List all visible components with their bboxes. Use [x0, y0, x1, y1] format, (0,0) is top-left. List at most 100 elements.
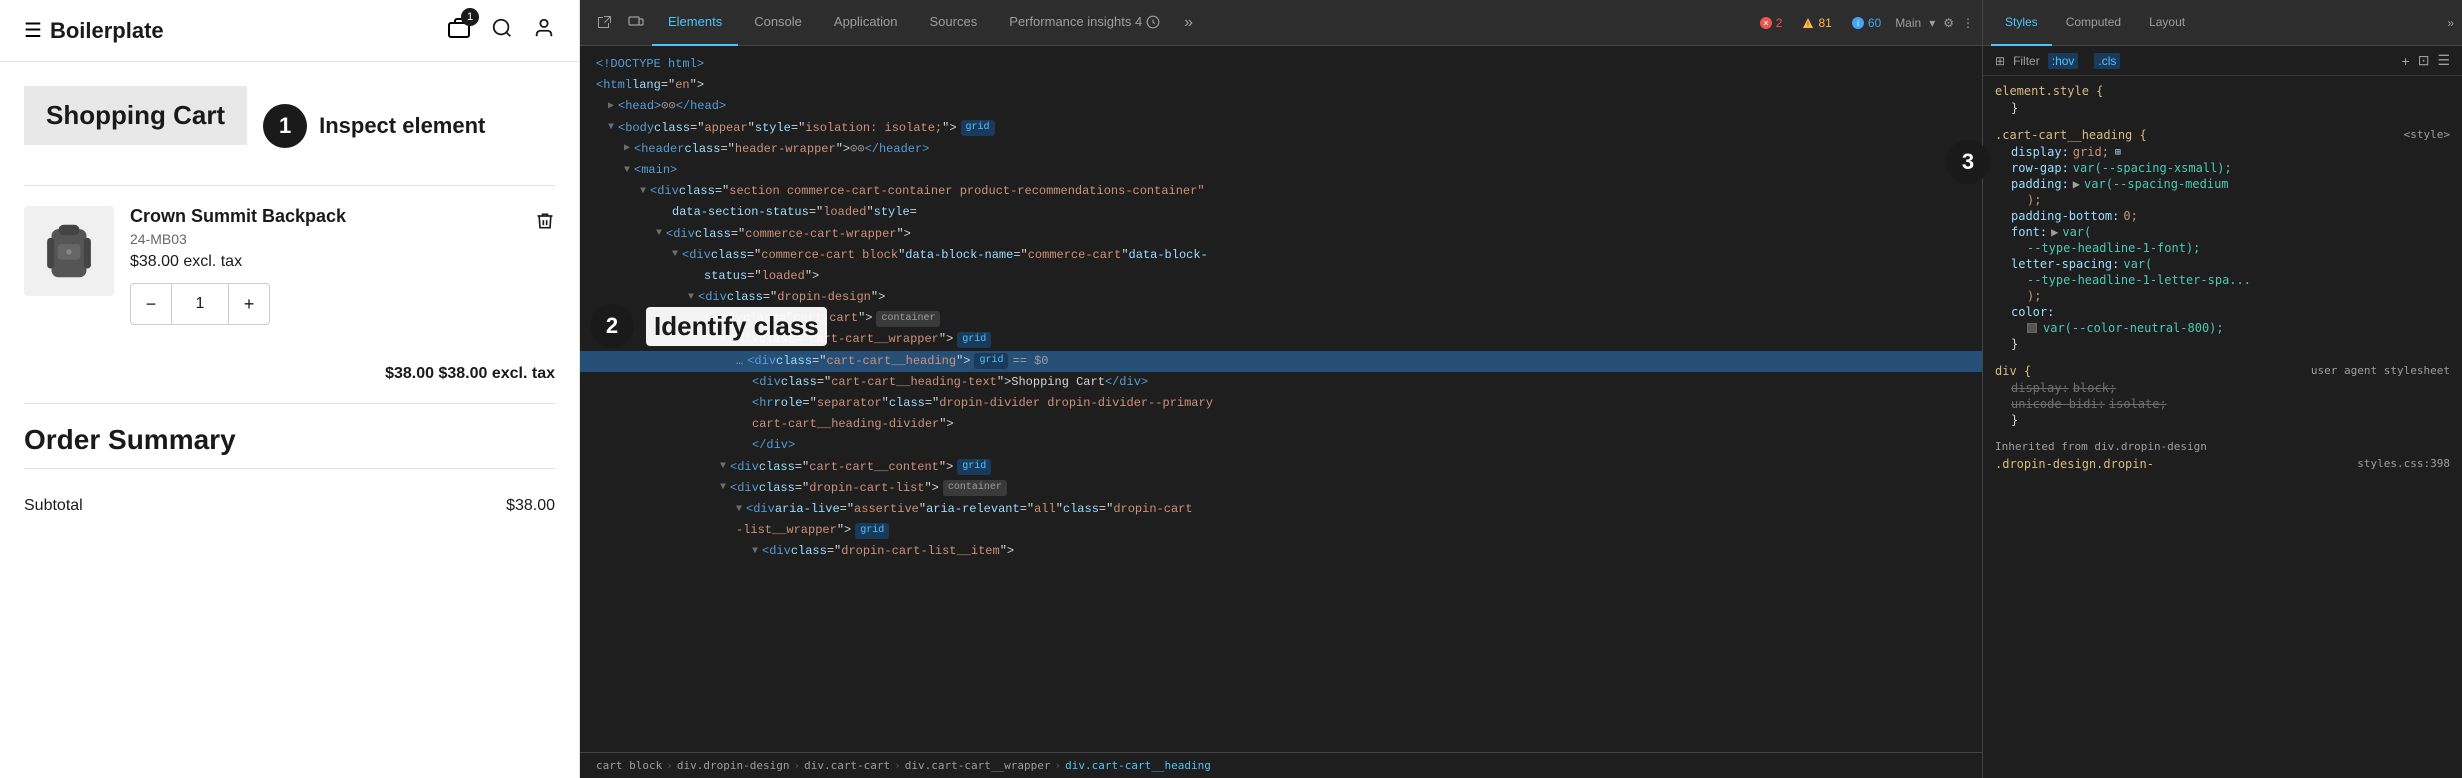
delete-item-button[interactable]: [535, 206, 555, 238]
product-info: Crown Summit Backpack 24-MB03 $38.00 exc…: [130, 206, 519, 325]
css-prop-color-value[interactable]: var(--color-neutral-800);: [1995, 320, 2450, 336]
css-prop-font[interactable]: font: ▶ var(: [1995, 224, 2450, 240]
css-prop-padding[interactable]: padding: ▶ var(--spacing-medium: [1995, 176, 2450, 192]
filter-icons: + ⊡ ☰: [2402, 52, 2450, 69]
tab-application[interactable]: Application: [818, 0, 914, 46]
css-prop-display-block[interactable]: display: block;: [1995, 380, 2450, 396]
css-selector-div[interactable]: div {: [1995, 364, 2031, 378]
page-content: Shopping Cart 1 Inspect element Cro: [0, 62, 579, 778]
summary-divider: [24, 468, 555, 469]
header-left: ☰ Boilerplate: [24, 18, 164, 44]
html-line[interactable]: ▼ <div class="commerce-cart block" data-…: [580, 245, 1982, 266]
product-name: Crown Summit Backpack: [130, 206, 519, 227]
account-icon[interactable]: [533, 17, 555, 45]
html-line[interactable]: <!DOCTYPE html>: [580, 54, 1982, 75]
filter-hov[interactable]: :hov: [2048, 53, 2079, 69]
html-line[interactable]: <html lang="en">: [580, 75, 1982, 96]
html-line[interactable]: -list__wrapper"> grid: [580, 520, 1982, 541]
html-line[interactable]: status="loaded">: [580, 266, 1982, 287]
product-image: [24, 206, 114, 296]
inspect-style-icon[interactable]: ⊡: [2418, 52, 2430, 69]
tab-computed[interactable]: Computed: [2052, 0, 2135, 46]
profile-chevron[interactable]: ▾: [1929, 16, 1935, 30]
html-line[interactable]: ▶ <header class="header-wrapper">⊙⊙</hea…: [580, 139, 1982, 160]
more-styles-tabs[interactable]: »: [2447, 16, 2454, 30]
add-style-icon[interactable]: +: [2402, 53, 2410, 69]
html-line[interactable]: ▼ <div class="cart-cart__wrapper"> grid: [580, 329, 1982, 350]
html-line[interactable]: ▼ <div class="dropin-design">: [580, 287, 1982, 308]
html-line[interactable]: data-section-status="loaded" style=: [580, 202, 1982, 223]
breadcrumb-item[interactable]: div.cart-cart__wrapper: [905, 759, 1051, 772]
devtools-toolbar: Elements Console Application Sources Per…: [580, 0, 1982, 46]
css-prop-letter-spacing[interactable]: letter-spacing: var(: [1995, 256, 2450, 272]
css-prop-row-gap[interactable]: row-gap: var(--spacing-xsmall);: [1995, 160, 2450, 176]
html-line[interactable]: cart-cart__heading-divider">: [580, 414, 1982, 435]
css-selector-dropin[interactable]: .dropin-design.dropin-: [1995, 457, 2154, 471]
styles-content: element.style { } .cart-cart__heading { …: [1983, 76, 2462, 778]
cart-button[interactable]: 1: [447, 16, 471, 45]
settings-icon[interactable]: ⚙: [1943, 16, 1954, 30]
html-line[interactable]: <div class="cart-cart__heading-text">Sho…: [580, 372, 1982, 393]
breadcrumb-item[interactable]: div.cart-cart: [804, 759, 890, 772]
html-line[interactable]: </div>: [580, 435, 1982, 456]
dropin-source[interactable]: styles.css:398: [2357, 457, 2450, 473]
html-line[interactable]: ▼ <div class="section commerce-cart-cont…: [580, 181, 1982, 202]
main-label: Main: [1895, 16, 1921, 30]
search-icon[interactable]: [491, 17, 513, 45]
more-menu-icon[interactable]: ⋮: [1962, 16, 1974, 30]
html-line[interactable]: ▶ <head>⊙⊙</head>: [580, 96, 1982, 117]
css-rule-cart-heading: .cart-cart__heading { <style> display: g…: [1995, 128, 2450, 352]
inspect-icon[interactable]: [588, 0, 620, 46]
filter-cls[interactable]: .cls: [2094, 53, 2120, 69]
error-count[interactable]: ✕ 2: [1754, 14, 1789, 32]
css-rule-close: }: [1995, 100, 2450, 116]
html-content: <!DOCTYPE html> <html lang="en"> ▶ <head…: [580, 46, 1982, 752]
html-line[interactable]: ▼ <main>: [580, 160, 1982, 181]
filter-icon: ⊞: [1995, 54, 2005, 68]
quantity-decrease[interactable]: −: [131, 284, 171, 324]
warning-count[interactable]: ! 81: [1796, 14, 1837, 32]
tab-console[interactable]: Console: [738, 0, 818, 46]
item-total: $38.00 $38.00 excl. tax: [385, 365, 555, 382]
tab-sources[interactable]: Sources: [914, 0, 994, 46]
css-rule-dropin: .dropin-design.dropin- styles.css:398: [1995, 457, 2450, 473]
svg-text:i: i: [1857, 19, 1859, 28]
device-icon[interactable]: [620, 0, 652, 46]
html-line[interactable]: ▼ <div class="dropin-cart-list"> contain…: [580, 478, 1982, 499]
tab-layout[interactable]: Layout: [2135, 0, 2199, 46]
html-line[interactable]: <hr role="separator" class="dropin-divid…: [580, 393, 1982, 414]
tab-performance[interactable]: Performance insights 4: [993, 0, 1176, 46]
selected-html-line[interactable]: … <div class="cart-cart__heading"> grid …: [580, 351, 1982, 372]
subtotal-row: Subtotal $38.00: [24, 489, 555, 523]
css-prop-color[interactable]: color:: [1995, 304, 2450, 320]
devtools-panel: Elements Console Application Sources Per…: [580, 0, 1982, 778]
tab-elements[interactable]: Elements: [652, 0, 738, 46]
svg-text:!: !: [1807, 21, 1809, 28]
order-divider: [24, 403, 555, 404]
html-line[interactable]: ▼ <div aria-live="assertive" aria-releva…: [580, 499, 1982, 520]
html-line[interactable]: ▼ <div class="cart-cart__content"> grid: [580, 457, 1982, 478]
css-prop-unicode-bidi[interactable]: unicode-bidi: isolate;: [1995, 396, 2450, 412]
color-swatch: [2027, 323, 2037, 333]
html-line[interactable]: ▼ <div class="dropin-cart-list__item">: [580, 541, 1982, 562]
more-tabs-button[interactable]: »: [1176, 0, 1201, 46]
menu-icon[interactable]: ☰: [24, 18, 42, 43]
css-prop-display[interactable]: display: grid; ⊞: [1995, 144, 2450, 160]
page-title: Shopping Cart: [24, 86, 247, 145]
html-line[interactable]: ▼ <div class="commerce-cart-wrapper">: [580, 224, 1982, 245]
css-prop-padding-bottom[interactable]: padding-bottom: 0;: [1995, 208, 2450, 224]
breadcrumb-item[interactable]: div.dropin-design: [677, 759, 790, 772]
html-line[interactable]: ▼ <body class="appear" style="isolation:…: [580, 118, 1982, 139]
quantity-increase[interactable]: +: [229, 284, 269, 324]
breadcrumb-active-item[interactable]: div.cart-cart__heading: [1065, 759, 1211, 772]
toggle-style-icon[interactable]: ☰: [2437, 52, 2450, 69]
html-line[interactable]: ▼ <div class="cart-cart"> container: [580, 308, 1982, 329]
source-link[interactable]: <style>: [2404, 128, 2450, 144]
css-rule-div-close: }: [1995, 412, 2450, 428]
breadcrumb-item[interactable]: cart block: [596, 759, 662, 772]
tab-styles[interactable]: Styles: [1991, 0, 2052, 46]
quantity-control: − 1 +: [130, 283, 270, 325]
css-selector-cart-heading[interactable]: .cart-cart__heading {: [1995, 128, 2147, 142]
info-count[interactable]: i 60: [1846, 14, 1887, 32]
cart-heading-row: Shopping Cart 1 Inspect element: [24, 86, 555, 165]
